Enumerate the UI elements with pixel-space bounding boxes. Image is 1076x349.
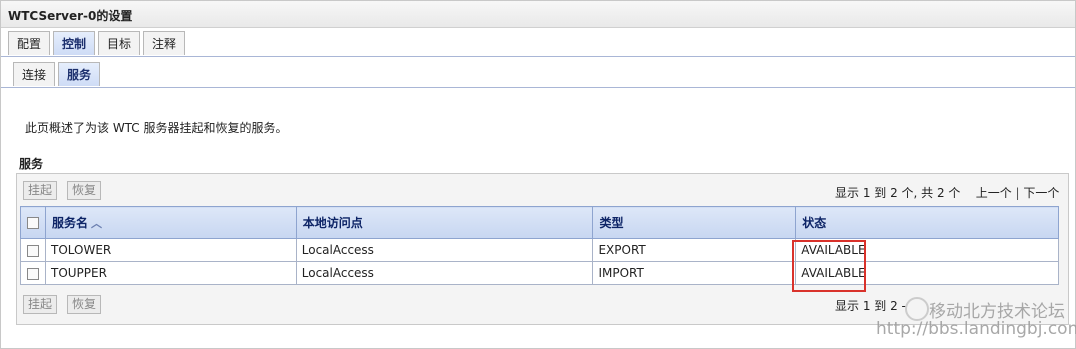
row-checkbox[interactable]	[27, 267, 39, 280]
subtab-services[interactable]: 服务	[58, 62, 101, 86]
tab-notes[interactable]: 注释	[143, 31, 186, 55]
row-select-cell	[20, 261, 46, 285]
tab-divider	[1, 56, 1075, 57]
pager-prev-link[interactable]: 上一个	[976, 186, 1012, 200]
suspend-button-top[interactable]: 挂起	[23, 181, 58, 200]
header-service-name-label: 服务名	[52, 216, 89, 230]
title-bar: WTCServer-0的设置	[1, 1, 1075, 28]
table-row: TOUPPER LocalAccess IMPORT AVAILABLE	[20, 261, 1059, 285]
main-tabs: 配置 控制 目标 注释	[8, 31, 188, 57]
service-name-cell: TOLOWER	[45, 238, 297, 262]
row-select-cell	[20, 238, 46, 262]
resume-button-bottom[interactable]: 恢复	[67, 295, 102, 314]
select-all-checkbox[interactable]	[27, 217, 39, 229]
watermark-logo-icon	[905, 297, 929, 321]
tab-control[interactable]: 控制	[53, 31, 96, 55]
service-name-cell: TOUPPER	[45, 261, 297, 285]
sort-ascending-icon[interactable]: ︿	[91, 217, 102, 230]
page-description: 此页概述了为该 WTC 服务器挂起和恢复的服务。	[25, 121, 288, 135]
page-title: WTCServer-0的设置	[8, 9, 133, 23]
table-header-row: 服务名 ︿ 本地访问点 类型 状态	[20, 206, 1059, 239]
subtab-divider	[1, 87, 1075, 88]
status-highlight-box	[792, 240, 866, 292]
watermark-url: http://bbs.landingbj.com	[876, 319, 1076, 339]
header-type[interactable]: 类型	[592, 206, 797, 239]
tab-targets[interactable]: 目标	[98, 31, 141, 55]
header-status[interactable]: 状态	[795, 206, 1059, 239]
header-service-name[interactable]: 服务名 ︿	[45, 206, 297, 239]
services-table: 服务名 ︿ 本地访问点 类型 状态 TOLOWER LocalAccess EXP…	[20, 206, 1059, 285]
section-title: 服务	[19, 157, 44, 171]
access-point-cell: LocalAccess	[295, 261, 594, 285]
type-cell: EXPORT	[592, 238, 797, 262]
pager-showing: 显示 1 到 2 个, 共 2 个	[835, 186, 961, 200]
type-cell: IMPORT	[592, 261, 797, 285]
pager-bottom: 显示 1 到 2 -	[835, 297, 906, 314]
tab-config[interactable]: 配置	[8, 31, 51, 55]
select-all-header	[20, 206, 46, 239]
resume-button-top[interactable]: 恢复	[67, 181, 102, 200]
row-checkbox[interactable]	[27, 244, 39, 257]
suspend-button-bottom[interactable]: 挂起	[23, 295, 58, 314]
pager-top: 显示 1 到 2 个, 共 2 个 上一个 | 下一个	[835, 184, 1059, 201]
settings-window: WTCServer-0的设置 配置 控制 目标 注释 连接 服务 此页概述了为该…	[0, 0, 1076, 349]
sub-tabs: 连接 服务	[13, 62, 103, 88]
header-access-point[interactable]: 本地访问点	[295, 206, 594, 239]
pager-next-link[interactable]: 下一个	[1023, 186, 1059, 200]
access-point-cell: LocalAccess	[295, 238, 594, 262]
table-row: TOLOWER LocalAccess EXPORT AVAILABLE	[20, 238, 1059, 262]
subtab-connections[interactable]: 连接	[13, 62, 56, 86]
pager-bottom-showing: 显示 1 到 2 -	[835, 299, 906, 313]
pager-separator: |	[1015, 186, 1020, 200]
